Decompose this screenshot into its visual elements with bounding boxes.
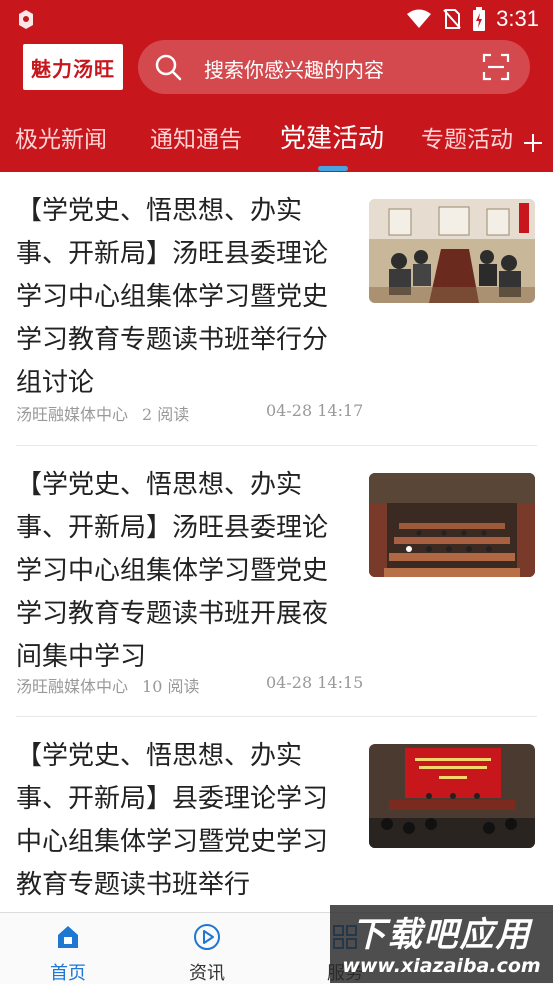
article-thumbnail	[369, 199, 535, 303]
app-logo[interactable]: 魅力汤旺	[23, 44, 123, 90]
article-reads: 10 阅读	[142, 677, 200, 696]
channel-tabs: 极光新闻 通知通告 党建活动 专题活动	[0, 104, 553, 172]
nav-news-label: 资讯	[189, 963, 225, 984]
article-item[interactable]: 【学党史、悟思想、办实事、开新局】汤旺县委理论学习中心组集体学习暨党史学习教育专…	[0, 446, 553, 716]
search-icon	[155, 54, 182, 81]
article-item[interactable]: 【学党史、悟思想、办实事、开新局】县委理论学习中心组集体学习暨党史学习教育专题读…	[0, 717, 553, 912]
article-source: 汤旺融媒体中心	[16, 677, 129, 696]
article-title: 【学党史、悟思想、办实事、开新局】汤旺县委理论学习中心组集体学习暨党史学习教育专…	[16, 470, 329, 672]
search-bar[interactable]: 搜索你感兴趣的内容	[138, 40, 530, 94]
article-thumbnail	[369, 473, 535, 577]
status-indicators: 3:31	[406, 6, 539, 32]
tab-party-activities[interactable]: 党建活动	[280, 118, 384, 155]
article-source: 汤旺融媒体中心	[16, 405, 129, 424]
nav-news[interactable]: 资讯	[162, 913, 252, 984]
article-thumbnail	[369, 744, 535, 848]
active-tab-indicator	[318, 166, 348, 171]
article-title: 【学党史、悟思想、办实事、开新局】县委理论学习中心组集体学习暨党史学习教育专题读…	[16, 741, 329, 900]
tab-news[interactable]: 极光新闻	[15, 120, 107, 154]
add-channel-icon[interactable]	[520, 130, 546, 156]
tab-special-activities[interactable]: 专题活动	[421, 120, 512, 154]
article-item[interactable]: 【学党史、悟思想、办实事、开新局】汤旺县委理论学习中心组集体学习暨党史学习教育专…	[0, 172, 553, 445]
article-meta: 汤旺融媒体中心 10 阅读	[16, 673, 199, 697]
watermark-title: 下载吧应用	[351, 915, 532, 955]
article-time: 04-28 14:17	[266, 401, 364, 420]
watermark-url: www.xiazaiba.com	[342, 955, 541, 977]
article-time: 04-28 14:15	[266, 673, 364, 692]
app-notification-icon	[19, 10, 33, 29]
article-feed: 【学党史、悟思想、办实事、开新局】汤旺县委理论学习中心组集体学习暨党史学习教育专…	[0, 172, 553, 912]
nav-home[interactable]: 首页	[23, 913, 113, 984]
article-reads: 2 阅读	[142, 405, 190, 424]
logo-text: 魅力汤旺	[31, 56, 115, 81]
article-title: 【学党史、悟思想、办实事、开新局】汤旺县委理论学习中心组集体学习暨党史学习教育专…	[16, 196, 329, 398]
article-meta: 汤旺融媒体中心 2 阅读	[16, 401, 189, 425]
clock: 3:31	[496, 6, 539, 31]
wifi-icon	[407, 9, 432, 28]
home-icon	[58, 926, 78, 948]
battery-icon	[473, 7, 486, 31]
play-circle-icon	[194, 924, 220, 950]
nav-home-label: 首页	[50, 963, 86, 984]
tab-notices[interactable]: 通知通告	[150, 120, 242, 154]
watermark-overlay: 下载吧应用 www.xiazaiba.com	[330, 905, 553, 983]
app-header: 3:31 魅力汤旺 搜索你感兴趣的内容 极光新闻 通知通告 党建活动 专题活动	[0, 0, 553, 172]
status-bar: 3:31	[0, 0, 553, 38]
search-placeholder: 搜索你感兴趣的内容	[204, 58, 384, 82]
no-sim-icon	[443, 9, 461, 29]
scan-icon[interactable]	[482, 53, 510, 81]
